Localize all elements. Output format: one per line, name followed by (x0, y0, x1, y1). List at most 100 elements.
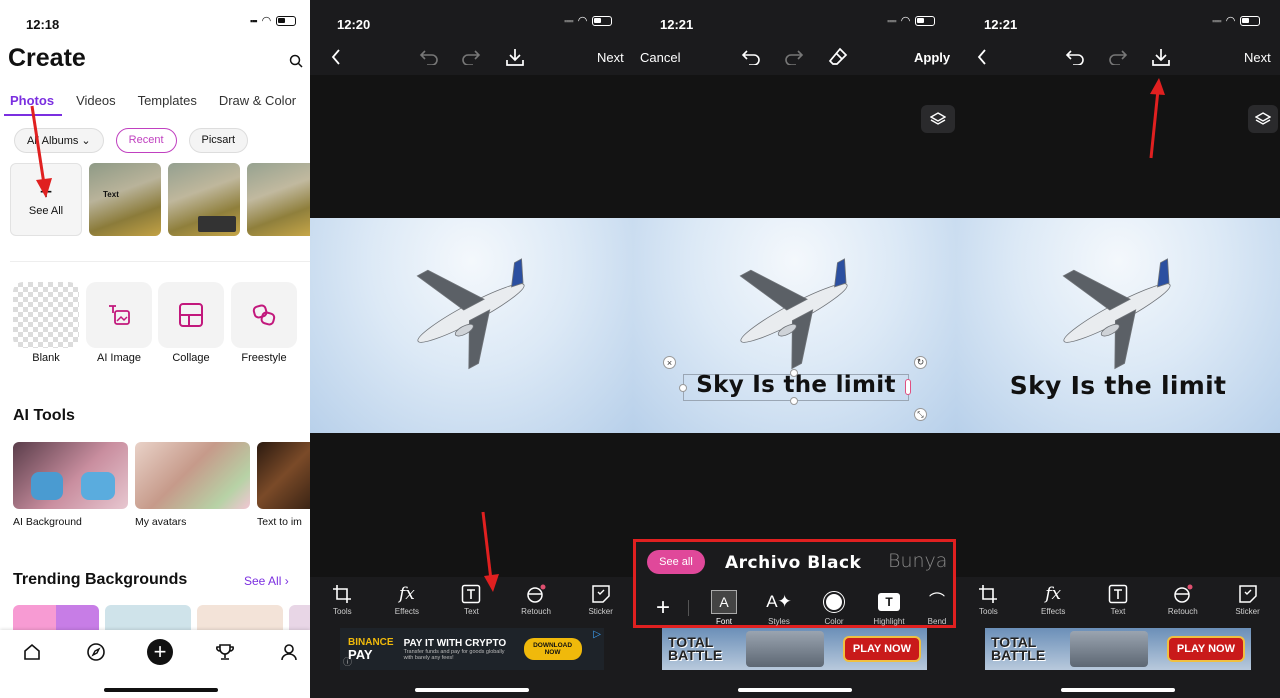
airplane-photo: Sky Is the limit (956, 218, 1280, 433)
search-icon[interactable] (286, 52, 306, 70)
see-all-fonts-button[interactable]: See all (647, 550, 705, 574)
layers-icon[interactable] (921, 105, 955, 133)
photo-thumbnail[interactable] (247, 163, 310, 236)
text-button[interactable]: Text (1093, 584, 1143, 629)
ai-image-card[interactable] (86, 282, 152, 348)
highlight-tool[interactable]: T Highlight (867, 590, 911, 626)
rotate-icon[interactable]: ↻ (914, 356, 927, 369)
tab-photos[interactable]: Photos (10, 93, 54, 108)
redo-icon[interactable] (783, 47, 805, 67)
undo-icon[interactable] (740, 47, 762, 67)
editor-toolbar: Tools fx Effects Text Retouch Sticker (310, 584, 633, 629)
ad-play-button[interactable]: PLAY NOW (1166, 636, 1245, 662)
blank-card[interactable] (13, 282, 79, 348)
styles-tool[interactable]: A✦ Styles (757, 590, 801, 626)
text-button[interactable]: Text (446, 584, 496, 629)
wifi-icon: ◠ (1225, 15, 1236, 27)
download-icon[interactable] (504, 46, 526, 68)
font-option-current[interactable]: Archivo Black (725, 553, 861, 573)
tool-label: Text (1110, 607, 1126, 616)
fx-icon: fx (1045, 584, 1062, 604)
styles-icon: A✦ (766, 592, 792, 611)
ad-subtext: Transfer funds and pay for goods globall… (403, 648, 505, 661)
info-icon[interactable]: ⓘ (343, 655, 352, 668)
next-button[interactable]: Next (597, 50, 624, 65)
signal-icon: ▪▪▪ (250, 15, 258, 26)
text-to-image-card[interactable] (257, 442, 310, 509)
layers-icon[interactable] (1248, 105, 1278, 133)
status-time: 12:21 (984, 17, 1018, 32)
see-all-text: See All (244, 574, 282, 588)
tab-templates[interactable]: Templates (138, 93, 197, 108)
canvas-background (633, 433, 956, 539)
redo-icon[interactable] (460, 47, 482, 67)
tools-button[interactable]: Tools (317, 584, 367, 629)
font-tool[interactable]: A Font (702, 590, 746, 626)
chip-all-albums[interactable]: All Albums ⌄ (14, 128, 104, 153)
handle-right[interactable] (905, 379, 911, 395)
handle-left[interactable] (679, 384, 687, 392)
next-button[interactable]: Next (1244, 50, 1271, 65)
retouch-button[interactable]: Retouch (1158, 584, 1208, 629)
tab-videos[interactable]: Videos (76, 93, 116, 108)
status-icons: ▪▪▪▪ ◠ (1212, 14, 1261, 27)
undo-icon[interactable] (1064, 47, 1086, 67)
font-option-next[interactable]: Bunya (888, 550, 947, 572)
undo-icon[interactable] (418, 47, 440, 67)
ad-play-button[interactable]: PLAY NOW (842, 636, 921, 662)
my-avatars-card[interactable] (135, 442, 250, 509)
add-text-icon[interactable]: + (652, 594, 674, 621)
apply-button[interactable]: Apply (914, 50, 950, 65)
effects-button[interactable]: fx Effects (382, 584, 432, 629)
resize-icon[interactable]: ⤡ (914, 408, 927, 421)
effects-button[interactable]: fx Effects (1028, 584, 1078, 629)
tool-label: Sticker (1235, 607, 1260, 616)
retouch-button[interactable]: Retouch (511, 584, 561, 629)
chip-label: All Albums (27, 135, 79, 147)
download-icon[interactable] (1150, 46, 1172, 68)
thumbnail-overlay (198, 216, 236, 232)
chip-picsart[interactable]: Picsart (188, 128, 249, 153)
ad-brand-sub: PAY (348, 647, 373, 662)
photo-thumbnail[interactable] (168, 163, 240, 236)
color-tool[interactable]: Color (812, 590, 856, 626)
my-avatars-label: My avatars (135, 516, 187, 528)
create-plus-icon[interactable]: + (147, 639, 173, 665)
binance-ad[interactable]: BINANCE PAY PAY IT WITH CRYPTO Transfer … (340, 628, 604, 670)
tool-label: Effects (1041, 607, 1066, 616)
handle-top[interactable] (790, 369, 798, 377)
explore-icon[interactable] (84, 640, 108, 664)
status-time: 12:18 (26, 17, 60, 32)
status-icons: ▪▪▪▪ ◠ (887, 14, 936, 27)
chip-recent[interactable]: Recent (115, 128, 177, 153)
tools-button[interactable]: Tools (963, 584, 1013, 629)
sticker-button[interactable]: Sticker (576, 584, 626, 629)
back-icon[interactable] (974, 47, 990, 67)
eraser-icon[interactable] (827, 47, 849, 67)
collage-icon (179, 303, 203, 327)
back-icon[interactable] (328, 47, 344, 67)
redo-icon[interactable] (1107, 47, 1129, 67)
see-all-photos-tile[interactable]: + See All (10, 163, 82, 236)
profile-icon[interactable] (277, 640, 301, 664)
ai-background-card[interactable] (13, 442, 128, 509)
total-battle-ad[interactable]: TOTAL BATTLE PLAY NOW (985, 628, 1251, 670)
trending-see-all-link[interactable]: See All › (244, 574, 289, 588)
handle-bottom[interactable] (790, 397, 798, 405)
wifi-icon: ◠ (900, 15, 911, 27)
see-all-label: See All (28, 204, 64, 217)
home-icon[interactable] (20, 640, 44, 664)
tab-draw-color[interactable]: Draw & Color (219, 93, 296, 108)
freestyle-card[interactable] (231, 282, 297, 348)
adchoices-icon[interactable]: ▷ (593, 629, 601, 640)
sticker-button[interactable]: Sticker (1223, 584, 1273, 629)
delete-text-icon[interactable]: × (663, 356, 676, 369)
cancel-button[interactable]: Cancel (640, 50, 680, 65)
total-battle-ad[interactable]: TOTAL BATTLE PLAY NOW (662, 628, 927, 670)
bend-tool[interactable]: ⌒ Bend (922, 590, 952, 626)
photo-thumbnail[interactable]: Text (89, 163, 161, 236)
collage-card[interactable] (158, 282, 224, 348)
overlay-text[interactable]: Sky Is the limit (996, 371, 1240, 400)
trophy-icon[interactable] (213, 640, 237, 664)
ad-download-button[interactable]: DOWNLOAD NOW (523, 638, 582, 660)
